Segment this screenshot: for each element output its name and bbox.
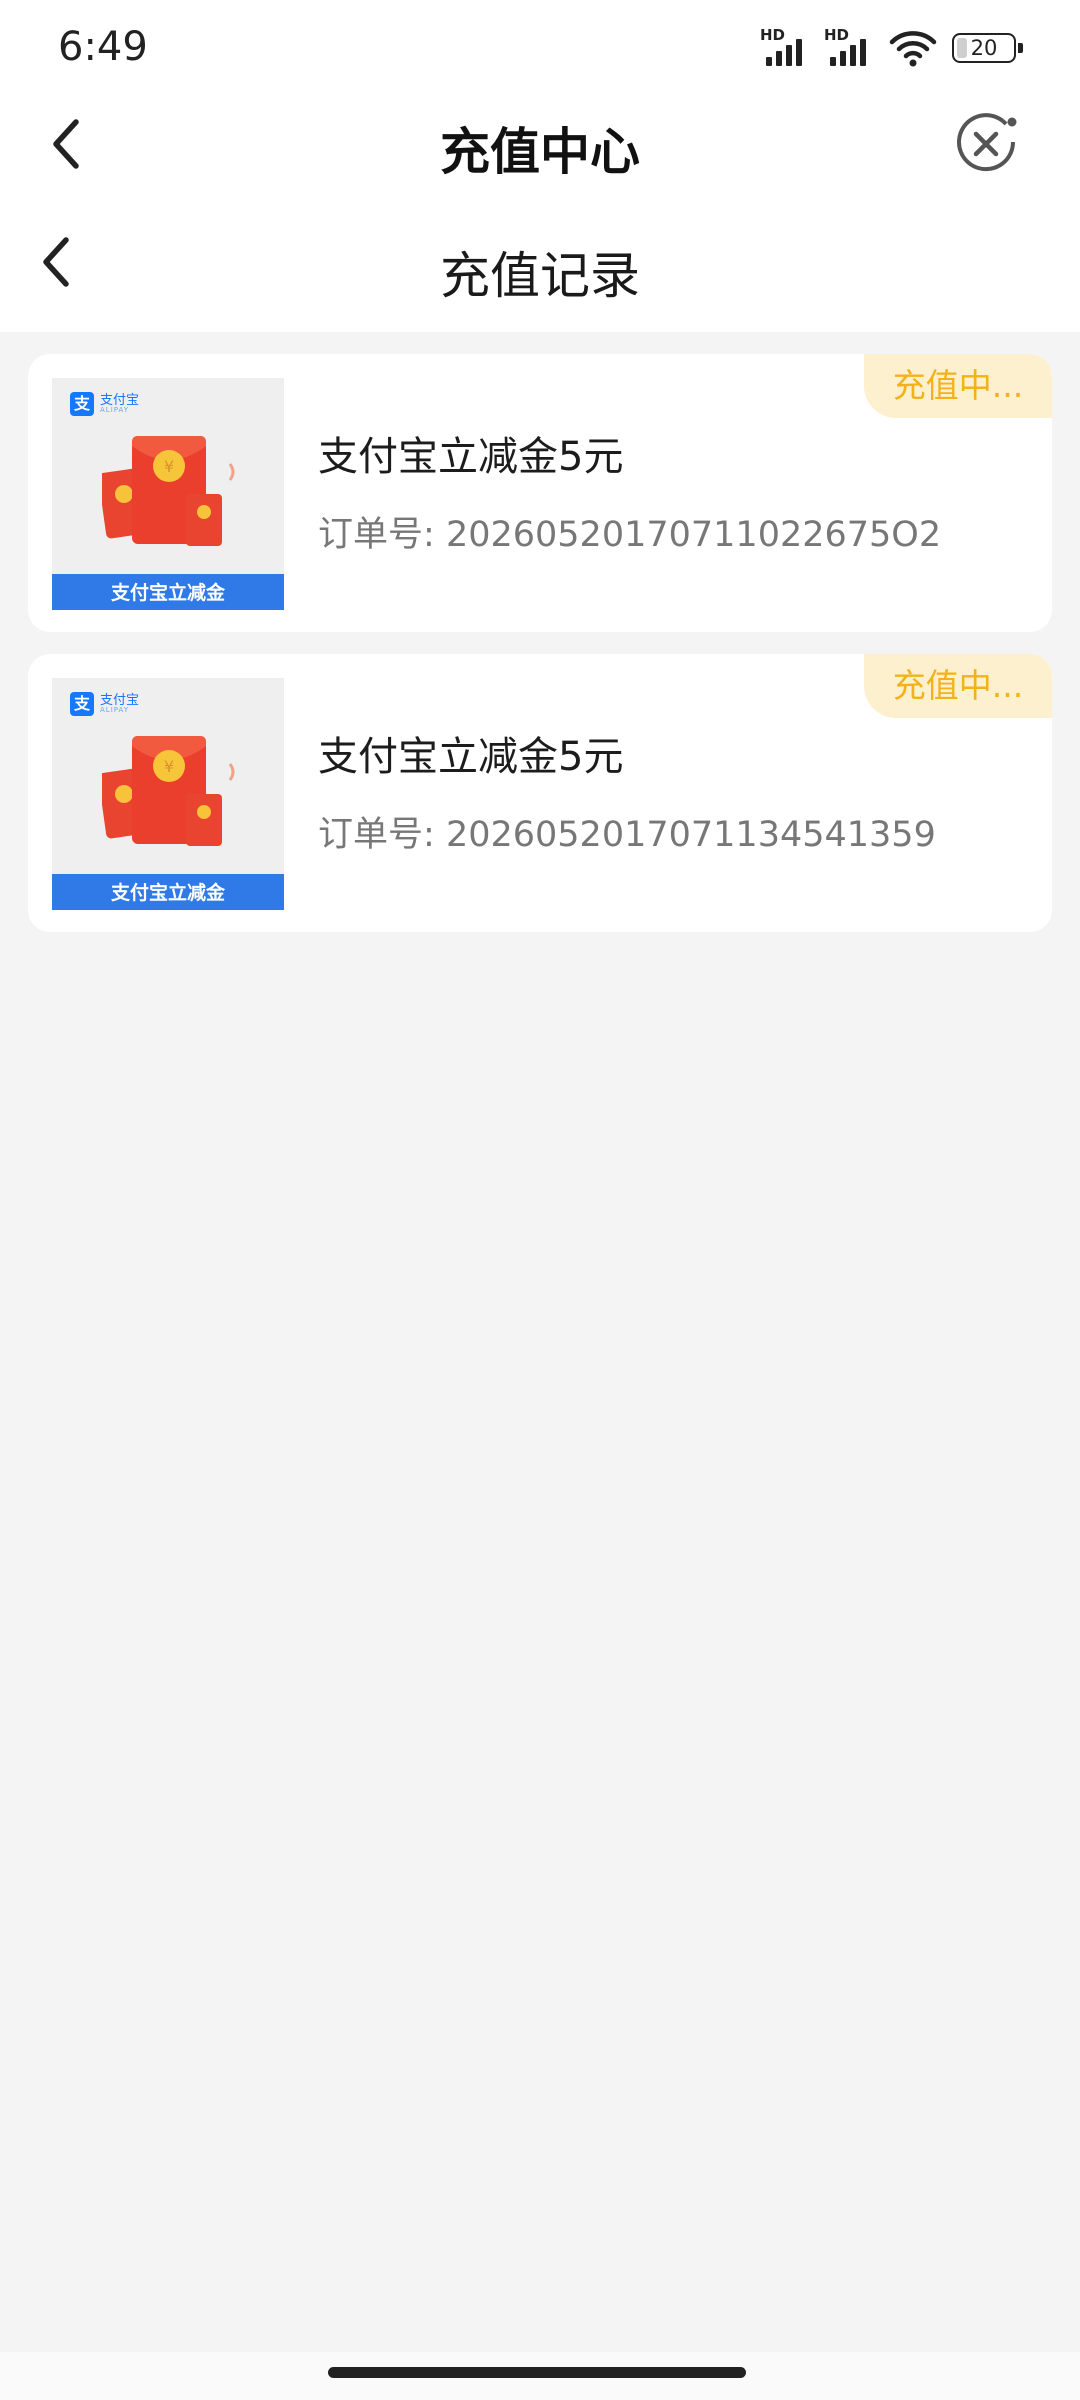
- order-number-line: 订单号: 2026052017071134541359: [318, 806, 936, 857]
- order-label: 订单号:: [318, 515, 435, 555]
- thumbnail-banner: 支付宝立减金: [52, 574, 284, 610]
- red-envelope-icon: ¥: [102, 436, 235, 546]
- product-thumbnail: 支 支付宝 ALIPAY ¥ 支付宝立减金: [52, 378, 284, 610]
- wifi-icon: [889, 31, 937, 67]
- brand-sub: ALIPAY: [100, 706, 130, 714]
- status-icons: HD HD 20: [760, 26, 1023, 70]
- order-label: 订单号:: [318, 815, 435, 855]
- product-name: 支付宝立减金5元: [318, 734, 624, 780]
- circle-close-icon[interactable]: [952, 110, 1020, 178]
- svg-text:¥: ¥: [164, 457, 174, 476]
- product-name: 支付宝立减金5元: [318, 434, 624, 480]
- order-card[interactable]: 支 支付宝 ALIPAY ¥ 支付宝立减金 支付宝立减金5元 订单号: 20260…: [28, 354, 1052, 632]
- svg-text:¥: ¥: [164, 757, 174, 776]
- sub-header: 充值记录: [0, 192, 1080, 332]
- red-envelope-icon: ¥: [102, 736, 235, 846]
- alipay-logo: 支 支付宝 ALIPAY: [70, 692, 139, 716]
- hd-signal-icon: HD: [824, 26, 874, 70]
- brand-sub: ALIPAY: [100, 406, 130, 414]
- product-thumbnail: 支 支付宝 ALIPAY ¥ 支付宝立减金: [52, 678, 284, 910]
- status-time: 6:49: [58, 24, 148, 70]
- order-number-line: 订单号: 20260520170711022675O2: [318, 506, 941, 557]
- title-bar: 充值中心: [0, 96, 1080, 192]
- status-badge: 充值中...: [864, 354, 1052, 418]
- thumbnail-banner: 支付宝立减金: [52, 874, 284, 910]
- battery-level: 20: [970, 36, 998, 60]
- battery-icon: 20: [952, 33, 1023, 63]
- hd-signal-icon: HD: [760, 26, 810, 70]
- order-number: 2026052017071134541359: [445, 815, 936, 855]
- order-number: 20260520170711022675O2: [445, 515, 942, 555]
- status-badge: 充值中...: [864, 654, 1052, 718]
- section-title: 充值记录: [440, 247, 640, 305]
- alipay-logo: 支 支付宝 ALIPAY: [70, 392, 139, 416]
- home-indicator[interactable]: [328, 2367, 746, 2378]
- page-title: 充值中心: [440, 123, 640, 181]
- status-bar: 6:49 HD HD 20: [0, 0, 1080, 96]
- alipay-icon: 支: [70, 392, 94, 416]
- order-list: 支 支付宝 ALIPAY ¥ 支付宝立减金 支付宝立减金5元 订单号: 20260…: [28, 354, 1052, 954]
- alipay-icon: 支: [70, 692, 94, 716]
- order-card[interactable]: 支 支付宝 ALIPAY ¥ 支付宝立减金 支付宝立减金5元 订单号: 20260…: [28, 654, 1052, 932]
